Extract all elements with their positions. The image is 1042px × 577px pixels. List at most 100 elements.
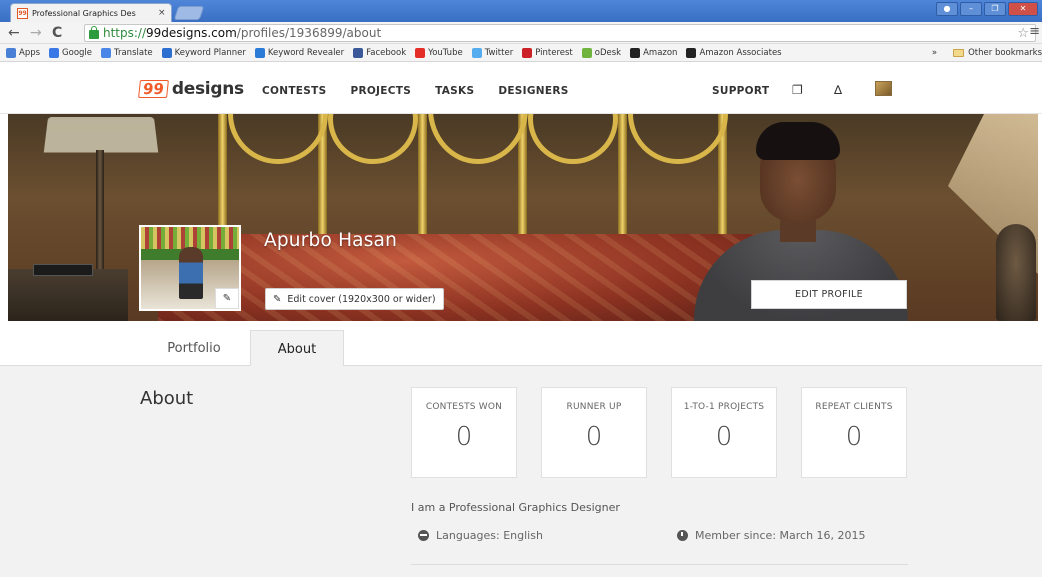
- forward-icon[interactable]: →: [30, 24, 42, 42]
- bookmark-amazon[interactable]: Amazon: [630, 47, 678, 58]
- bookmark-keyword-planner[interactable]: Keyword Planner: [161, 47, 246, 58]
- logo-word: designs: [171, 79, 244, 99]
- user-avatar[interactable]: [875, 81, 892, 96]
- adwords-icon: [161, 47, 172, 58]
- bookmark-amazon-associates[interactable]: Amazon Associates: [686, 47, 782, 58]
- amazon-icon: [686, 47, 697, 58]
- k-icon: [254, 47, 265, 58]
- bookmarks-overflow-icon[interactable]: »: [932, 48, 937, 58]
- reload-icon[interactable]: C: [52, 24, 62, 42]
- other-bookmarks[interactable]: Other bookmarks: [968, 48, 1042, 58]
- main-nav: CONTESTS PROJECTS TASKS DESIGNERS: [262, 85, 593, 97]
- user-profile-icon[interactable]: ●: [936, 2, 958, 16]
- twitter-icon: [471, 47, 482, 58]
- back-icon[interactable]: ←: [8, 24, 20, 42]
- nav-support[interactable]: SUPPORT: [712, 85, 769, 97]
- minimize-icon[interactable]: –: [960, 2, 982, 16]
- bookmark-translate[interactable]: Translate: [101, 47, 153, 58]
- globe-icon: [418, 530, 429, 541]
- notifications-bell-icon[interactable]: ∆: [834, 83, 842, 97]
- address-bar: ← → C https://99designs.com/profiles/193…: [0, 22, 1042, 44]
- profile-tabs: Portfolio About: [0, 321, 1042, 367]
- lock-icon: [89, 25, 99, 39]
- pencil-icon: ✎: [273, 293, 282, 305]
- stat-value: 0: [455, 422, 473, 452]
- logo-mark: 99: [138, 80, 169, 98]
- stat-contests-won: CONTESTS WON 0: [411, 387, 517, 478]
- stat-label: 1-TO-1 PROJECTS: [683, 402, 765, 412]
- 99designs-logo[interactable]: 99 designs: [138, 79, 244, 99]
- stat-label: CONTESTS WON: [425, 402, 503, 412]
- stat-label: REPEAT CLIENTS: [815, 402, 893, 412]
- edit-cover-label: Edit cover (1920x300 or wider): [287, 293, 436, 305]
- nav-designers[interactable]: DESIGNERS: [498, 85, 568, 97]
- bookmark-pinterest[interactable]: Pinterest: [522, 47, 573, 58]
- bookmark-label: oDesk: [594, 47, 622, 58]
- browser-titlebar: 99 Professional Graphics Des × ● – ❐ ✕: [0, 0, 1042, 22]
- tab-about[interactable]: About: [250, 330, 344, 367]
- stat-value: 0: [845, 422, 863, 452]
- nav-tasks[interactable]: TASKS: [435, 85, 474, 97]
- facebook-icon: [353, 47, 364, 58]
- languages-text: Languages: English: [436, 529, 543, 542]
- stat-runner-up: RUNNER UP 0: [541, 387, 647, 478]
- bookmark-odesk[interactable]: oDesk: [581, 47, 622, 58]
- site-header: 99 designs CONTESTS PROJECTS TASKS DESIG…: [0, 63, 1042, 114]
- bookmark-label: Twitter: [484, 47, 514, 58]
- bookmark-label: Keyword Planner: [174, 47, 246, 58]
- nav-projects[interactable]: PROJECTS: [350, 85, 411, 97]
- url-path: /profiles/1936899/about: [236, 26, 382, 40]
- apps-icon: [6, 47, 16, 58]
- url-host: 99designs.com: [146, 26, 237, 40]
- bookmark-twitter[interactable]: Twitter: [471, 47, 514, 58]
- browser-tab[interactable]: 99 Professional Graphics Des ×: [10, 3, 172, 22]
- member-since-row: Member since: March 16, 2015: [677, 529, 866, 542]
- cover-lamp-shade: [43, 116, 159, 153]
- edit-photo-pencil-icon[interactable]: ✎: [215, 288, 239, 309]
- profile-bio: I am a Professional Graphics Designer: [411, 501, 620, 514]
- url-input[interactable]: https://99designs.com/profiles/1936899/a…: [84, 24, 1036, 42]
- bookmark-google[interactable]: Google: [49, 47, 92, 58]
- tab-title: Professional Graphics Des: [32, 8, 136, 18]
- nav-contests[interactable]: CONTESTS: [262, 85, 326, 97]
- clock-icon: [677, 530, 688, 541]
- cover-side-table: [8, 269, 128, 321]
- bookmark-keyword-revealer[interactable]: Keyword Revealer: [254, 47, 345, 58]
- folder-icon: [953, 49, 965, 57]
- cover-clock: [33, 264, 93, 276]
- stat-repeat-clients: REPEAT CLIENTS 0: [801, 387, 907, 478]
- bookmark-label: YouTube: [428, 47, 463, 58]
- cover-vase: [996, 224, 1036, 321]
- bookmark-star-icon[interactable]: ☆: [1017, 26, 1029, 41]
- messages-icon[interactable]: ❐: [792, 83, 803, 97]
- member-since-text: Member since: March 16, 2015: [695, 529, 866, 542]
- divider: [411, 564, 908, 565]
- bookmark-label: Keyword Revealer: [267, 47, 345, 58]
- profile-name: Apurbo Hasan: [264, 230, 398, 251]
- edit-cover-button[interactable]: ✎ Edit cover (1920x300 or wider): [265, 288, 444, 310]
- youtube-icon: [415, 47, 426, 58]
- amazon-icon: [630, 47, 641, 58]
- about-heading: About: [140, 388, 194, 409]
- bookmark-facebook[interactable]: Facebook: [353, 47, 406, 58]
- bookmark-apps[interactable]: Apps: [6, 47, 41, 58]
- bookmarks-right: » Other bookmarks: [932, 44, 1042, 62]
- bookmark-label: Apps: [19, 47, 41, 58]
- stat-value: 0: [585, 422, 603, 452]
- bookmark-label: Amazon: [643, 47, 678, 58]
- close-window-icon[interactable]: ✕: [1008, 2, 1038, 16]
- odesk-icon: [581, 47, 592, 58]
- tab-close-icon[interactable]: ×: [158, 8, 166, 18]
- new-tab-button[interactable]: [173, 6, 205, 20]
- stat-1-to-1-projects: 1-TO-1 PROJECTS 0: [671, 387, 777, 478]
- tab-portfolio[interactable]: Portfolio: [140, 331, 248, 366]
- pinterest-icon: [522, 47, 533, 58]
- maximize-icon[interactable]: ❐: [984, 2, 1006, 16]
- chrome-menu-icon[interactable]: ≡: [1029, 24, 1040, 39]
- translate-icon: [101, 47, 112, 58]
- languages-row: Languages: English: [418, 529, 543, 542]
- about-section: About CONTESTS WON 0 RUNNER UP 0 1-TO-1 …: [0, 366, 1042, 577]
- edit-profile-button[interactable]: EDIT PROFILE: [751, 280, 907, 309]
- stat-value: 0: [715, 422, 733, 452]
- bookmark-youtube[interactable]: YouTube: [415, 47, 463, 58]
